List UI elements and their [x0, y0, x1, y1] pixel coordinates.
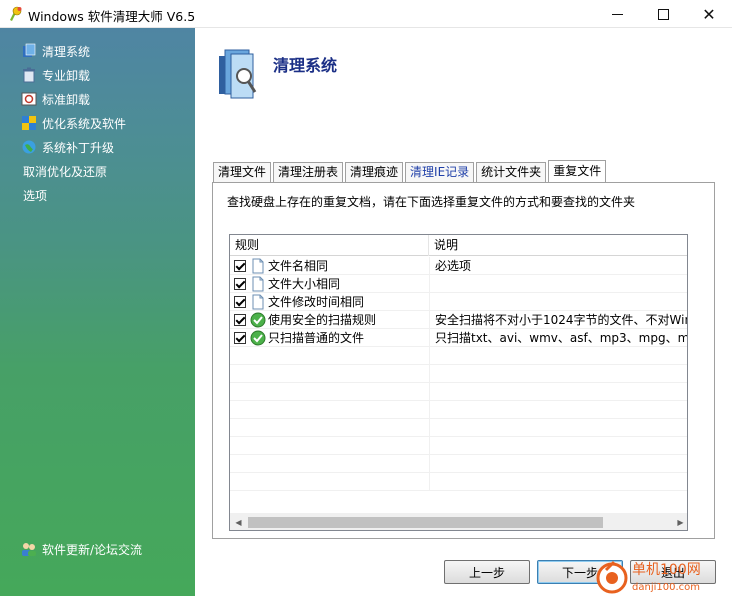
tab-clean-files[interactable]: 清理文件 [213, 162, 272, 182]
window-title: Windows 软件清理大师 V6.5 [28, 9, 196, 24]
maximize-icon [657, 8, 669, 20]
maximize-button[interactable] [640, 0, 686, 28]
rule-description: 必选项 [435, 259, 472, 273]
sidebar-item-options[interactable]: 选项 [0, 184, 195, 206]
sidebar-item-label: 软件更新/论坛交流 [42, 542, 143, 557]
sidebar-item-label: 清理系统 [42, 44, 91, 59]
scroll-right-icon[interactable]: ▶ [672, 514, 687, 530]
rule-label: 文件大小相同 [268, 277, 341, 291]
sidebar-item-label: 标准卸载 [42, 92, 91, 107]
tab-clean-registry[interactable]: 清理注册表 [273, 162, 344, 182]
tab-duplicate-files[interactable]: 重复文件 [548, 160, 607, 182]
green-check-icon [250, 312, 266, 328]
green-check-icon [250, 330, 266, 346]
sidebar-item-patch-upgrade[interactable]: 系统补丁升级 [0, 136, 195, 158]
rule-description: 只扫描txt、avi、wmv、asf、mp3、mpg、mp [435, 331, 688, 345]
app-icon [10, 6, 22, 21]
list-item-empty [230, 473, 687, 491]
column-header-rule[interactable]: 规则 [230, 235, 429, 256]
sidebar-item-pro-uninstall[interactable]: 专业卸载 [0, 64, 195, 86]
rule-label: 文件修改时间相同 [268, 295, 365, 309]
tab-strip: 清理文件 清理注册表 清理痕迹 清理IE记录 统计文件夹 重复文件 [213, 160, 608, 182]
sidebar: 清理系统 专业卸载 标准卸载 优化系统及软件 系统补丁升级 取消优化及还原 选项 [0, 28, 195, 596]
sidebar-item-clean-system[interactable]: 清理系统 [0, 40, 195, 62]
list-item-empty [230, 437, 687, 455]
document-icon [252, 276, 264, 292]
tab-panel: 查找硬盘上存在的重复文档，请在下面选择重复文件的方式和要查找的文件夹 规则 说明… [212, 182, 715, 539]
panel-description: 查找硬盘上存在的重复文档，请在下面选择重复文件的方式和要查找的文件夹 [227, 195, 636, 209]
tab-folder-stats[interactable]: 统计文件夹 [476, 162, 547, 182]
scroll-thumb[interactable] [248, 517, 603, 528]
sidebar-item-label: 选项 [23, 188, 48, 203]
sidebar-item-update-forum[interactable]: 软件更新/论坛交流 [0, 538, 195, 560]
clean-system-header-icon [219, 49, 257, 99]
rule-description: 安全扫描将不对小于1024字节的文件、不对Win [435, 313, 688, 327]
sidebar-item-label: 取消优化及还原 [23, 164, 108, 179]
rules-list[interactable]: 规则 说明 文件名相同 必选项 文件大小相同 文件修改时间相同 使用安全的扫描规… [229, 234, 688, 531]
list-item[interactable]: 文件修改时间相同 [230, 293, 687, 311]
list-item-empty [230, 401, 687, 419]
horizontal-scrollbar[interactable]: ◀ ▶ [230, 513, 687, 530]
sidebar-item-label: 优化系统及软件 [42, 116, 127, 131]
list-item[interactable]: 使用安全的扫描规则 安全扫描将不对小于1024字节的文件、不对Win [230, 311, 688, 329]
rule-checkbox[interactable] [234, 332, 246, 344]
next-button[interactable]: 下一步 [537, 560, 623, 584]
list-item-empty [230, 455, 687, 473]
list-item[interactable]: 文件名相同 必选项 [230, 257, 687, 275]
globe-icon [22, 140, 36, 154]
minimize-icon [611, 13, 623, 15]
list-item-empty [230, 383, 687, 401]
sidebar-item-label: 专业卸载 [42, 68, 91, 83]
list-item-empty [230, 419, 687, 437]
list-item[interactable]: 只扫描普通的文件 只扫描txt、avi、wmv、asf、mp3、mpg、mp [230, 329, 688, 347]
standard-uninstall-icon [21, 92, 37, 106]
list-item-empty [230, 365, 687, 383]
document-icon [252, 258, 264, 274]
users-icon [22, 543, 36, 556]
rule-label: 文件名相同 [268, 259, 329, 273]
minimize-button[interactable] [594, 0, 640, 28]
sidebar-item-undo-restore[interactable]: 取消优化及还原 [0, 160, 195, 182]
rule-checkbox[interactable] [234, 278, 246, 290]
rule-checkbox[interactable] [234, 296, 246, 308]
tab-clean-ie[interactable]: 清理IE记录 [405, 162, 475, 182]
optimize-icon [22, 116, 36, 130]
clean-icon [23, 43, 36, 57]
uninstall-icon [23, 67, 35, 83]
rule-label: 使用安全的扫描规则 [268, 313, 377, 327]
document-icon [252, 294, 264, 310]
sidebar-item-optimize[interactable]: 优化系统及软件 [0, 112, 195, 134]
rule-label: 只扫描普通的文件 [268, 331, 365, 345]
scroll-left-icon[interactable]: ◀ [230, 514, 247, 530]
sidebar-item-standard-uninstall[interactable]: 标准卸载 [0, 88, 195, 110]
list-header: 规则 说明 [230, 235, 687, 256]
list-rows: 文件名相同 必选项 文件大小相同 文件修改时间相同 使用安全的扫描规则 安全扫描… [230, 257, 688, 491]
list-item[interactable]: 文件大小相同 [230, 275, 687, 293]
main-content: 清理系统 清理文件 清理注册表 清理痕迹 清理IE记录 统计文件夹 重复文件 查… [195, 28, 732, 596]
close-button[interactable]: ✕ [686, 0, 732, 28]
sidebar-item-label: 系统补丁升级 [42, 140, 115, 155]
exit-button[interactable]: 退出 [630, 560, 716, 584]
column-header-desc[interactable]: 说明 [429, 235, 687, 256]
title-bar: Windows 软件清理大师 V6.5 ✕ [0, 0, 732, 28]
page-title: 清理系统 [273, 56, 338, 75]
tab-clean-traces[interactable]: 清理痕迹 [345, 162, 404, 182]
close-icon: ✕ [702, 4, 716, 24]
list-item-empty [230, 347, 687, 365]
prev-button[interactable]: 上一步 [444, 560, 530, 584]
rule-checkbox[interactable] [234, 260, 246, 272]
rule-checkbox[interactable] [234, 314, 246, 326]
